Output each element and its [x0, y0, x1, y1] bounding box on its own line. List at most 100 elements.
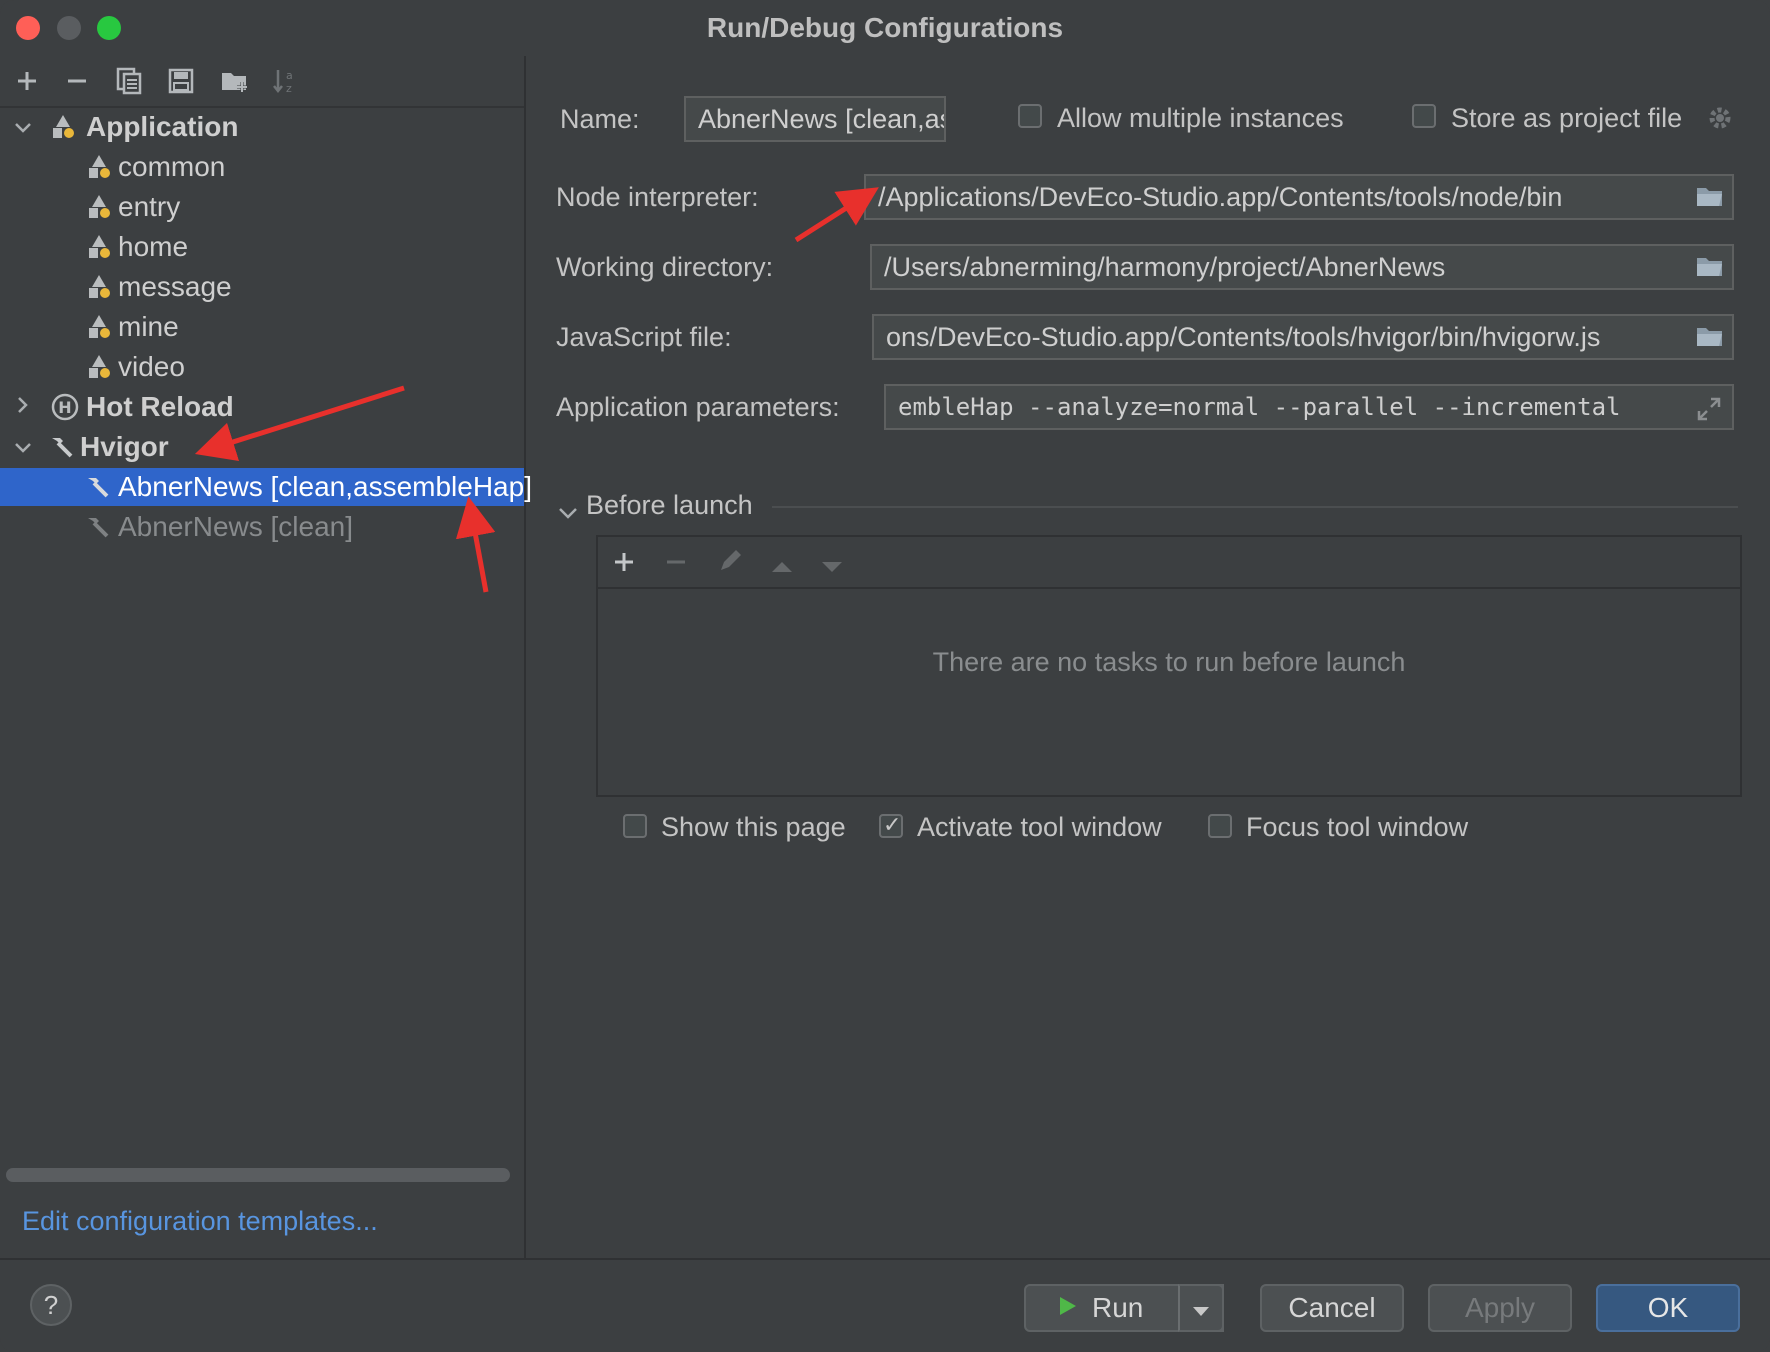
folder-add-icon[interactable] [218, 64, 252, 98]
chevron-down-icon[interactable] [12, 434, 34, 460]
move-up-icon[interactable] [770, 551, 794, 583]
gear-icon[interactable] [1706, 104, 1734, 132]
javascript-file-value: ons/DevEco-Studio.app/Contents/tools/hvi… [886, 321, 1601, 352]
svg-text:z: z [286, 82, 292, 95]
application-icon [48, 112, 78, 142]
tree-label: AbnerNews [clean,assembleHap] [118, 471, 532, 502]
tree-toolbar: az [0, 56, 524, 108]
before-launch-toolbar [598, 537, 1740, 589]
tree-label-hot-reload: Hot Reload [86, 391, 234, 422]
hot-reload-icon: H [50, 392, 80, 422]
chevron-right-icon[interactable] [12, 394, 34, 420]
svg-text:H: H [58, 398, 71, 417]
title-bar: Run/Debug Configurations [0, 0, 1770, 56]
play-icon [1058, 1292, 1078, 1324]
working-directory-label: Working directory: [556, 252, 774, 282]
save-icon[interactable] [164, 64, 198, 98]
copy-icon[interactable] [112, 64, 146, 98]
application-icon [84, 312, 114, 342]
remove-icon[interactable] [60, 64, 94, 98]
hammer-icon [46, 432, 76, 462]
working-directory-value: /Users/abnerming/harmony/project/AbnerNe… [884, 251, 1446, 282]
tree-item-mine[interactable]: mine [0, 308, 524, 346]
run-debug-configurations-dialog: Run/Debug Configurations az Application … [0, 0, 1770, 1352]
tree-item-video[interactable]: video [0, 348, 524, 386]
tree-item-message[interactable]: message [0, 268, 524, 306]
working-directory-input[interactable]: /Users/abnerming/harmony/project/AbnerNe… [870, 244, 1734, 290]
tree-item-home[interactable]: home [0, 228, 524, 266]
tree-label: video [118, 351, 185, 382]
edit-icon[interactable] [716, 547, 744, 582]
store-as-project-file-checkbox[interactable] [1412, 104, 1436, 128]
application-parameters-label: Application parameters: [556, 392, 840, 422]
folder-icon[interactable] [1696, 254, 1724, 280]
tree-label: entry [118, 191, 181, 222]
edit-configuration-templates-link[interactable]: Edit configuration templates... [22, 1206, 378, 1237]
tree-label: message [118, 271, 232, 302]
show-this-page-label: Show this page [661, 812, 846, 842]
chevron-down-icon[interactable] [12, 114, 34, 140]
tree-label-application: Application [86, 111, 239, 142]
application-parameters-input[interactable]: embleHap --analyze=normal --parallel --i… [884, 384, 1734, 430]
allow-multiple-instances-label: Allow multiple instances [1057, 103, 1344, 133]
tree-group-hot-reload[interactable]: H Hot Reload [0, 388, 524, 426]
node-interpreter-input[interactable]: /Applications/DevEco-Studio.app/Contents… [864, 174, 1734, 220]
before-launch-task-list: There are no tasks to run before launch [596, 535, 1742, 797]
allow-multiple-instances-checkbox[interactable] [1018, 104, 1042, 128]
focus-tool-window-label: Focus tool window [1246, 812, 1469, 842]
section-divider [772, 506, 1738, 508]
svg-text:a: a [286, 69, 293, 82]
window-title: Run/Debug Configurations [706, 12, 1064, 43]
cancel-button[interactable]: Cancel [1260, 1284, 1404, 1332]
tree-label: mine [118, 311, 179, 342]
move-down-icon[interactable] [820, 551, 844, 583]
application-icon [84, 232, 114, 262]
tree-item-abnernews-clean-assemblehap[interactable]: AbnerNews [clean,assembleHap] [0, 468, 532, 506]
tree-group-application[interactable]: Application [0, 108, 524, 146]
javascript-file-label: JavaScript file: [556, 322, 732, 352]
dialog-button-bar: ? Run Cancel Apply OK [0, 1258, 1770, 1352]
tree-item-common[interactable]: common [0, 148, 524, 186]
before-launch-empty-text: There are no tasks to run before launch [932, 647, 1406, 677]
node-interpreter-value: /Applications/DevEco-Studio.app/Contents… [878, 181, 1563, 212]
tree-label: AbnerNews [clean] [118, 511, 354, 542]
folder-icon[interactable] [1696, 184, 1724, 210]
folder-icon[interactable] [1696, 324, 1724, 350]
chevron-down-icon[interactable] [558, 496, 578, 519]
tree-label: home [118, 231, 189, 262]
application-icon [84, 272, 114, 302]
configuration-tree-panel: az Application common entry home message… [0, 56, 532, 1258]
application-icon [84, 192, 114, 222]
tree-item-entry[interactable]: entry [0, 188, 524, 226]
hammer-icon [82, 512, 112, 542]
sort-icon[interactable]: az [268, 64, 302, 98]
run-button-label: Run [1092, 1292, 1144, 1323]
application-icon [84, 152, 114, 182]
hammer-icon [82, 472, 112, 502]
application-icon [84, 352, 114, 382]
show-this-page-checkbox[interactable] [623, 814, 647, 838]
javascript-file-input[interactable]: ons/DevEco-Studio.app/Contents/tools/hvi… [872, 314, 1734, 360]
focus-tool-window-checkbox[interactable] [1208, 814, 1232, 838]
name-input[interactable]: AbnerNews [clean,assembleHap] [684, 96, 946, 142]
activate-tool-window-label: Activate tool window [917, 812, 1162, 842]
store-as-project-file-label: Store as project file [1451, 103, 1683, 133]
tree-label: common [118, 151, 226, 182]
run-dropdown-button[interactable] [1178, 1284, 1224, 1332]
node-interpreter-label: Node interpreter: [556, 182, 759, 212]
remove-icon[interactable] [664, 549, 688, 581]
name-label: Name: [560, 104, 640, 134]
before-launch-title: Before launch [586, 490, 753, 520]
tree-label-hvigor: Hvigor [80, 431, 169, 462]
help-button[interactable]: ? [30, 1284, 72, 1326]
tree-item-abnernews-clean[interactable]: AbnerNews [clean] [0, 508, 524, 546]
activate-tool-window-checkbox[interactable] [879, 812, 903, 838]
tree-group-hvigor[interactable]: Hvigor [0, 428, 524, 466]
apply-button[interactable]: Apply [1428, 1284, 1572, 1332]
chevron-down-icon [1192, 1292, 1210, 1324]
horizontal-scrollbar[interactable] [6, 1168, 510, 1182]
ok-button[interactable]: OK [1596, 1284, 1740, 1332]
add-icon[interactable] [10, 64, 44, 98]
expand-icon[interactable] [1696, 396, 1724, 422]
add-icon[interactable] [612, 549, 636, 581]
